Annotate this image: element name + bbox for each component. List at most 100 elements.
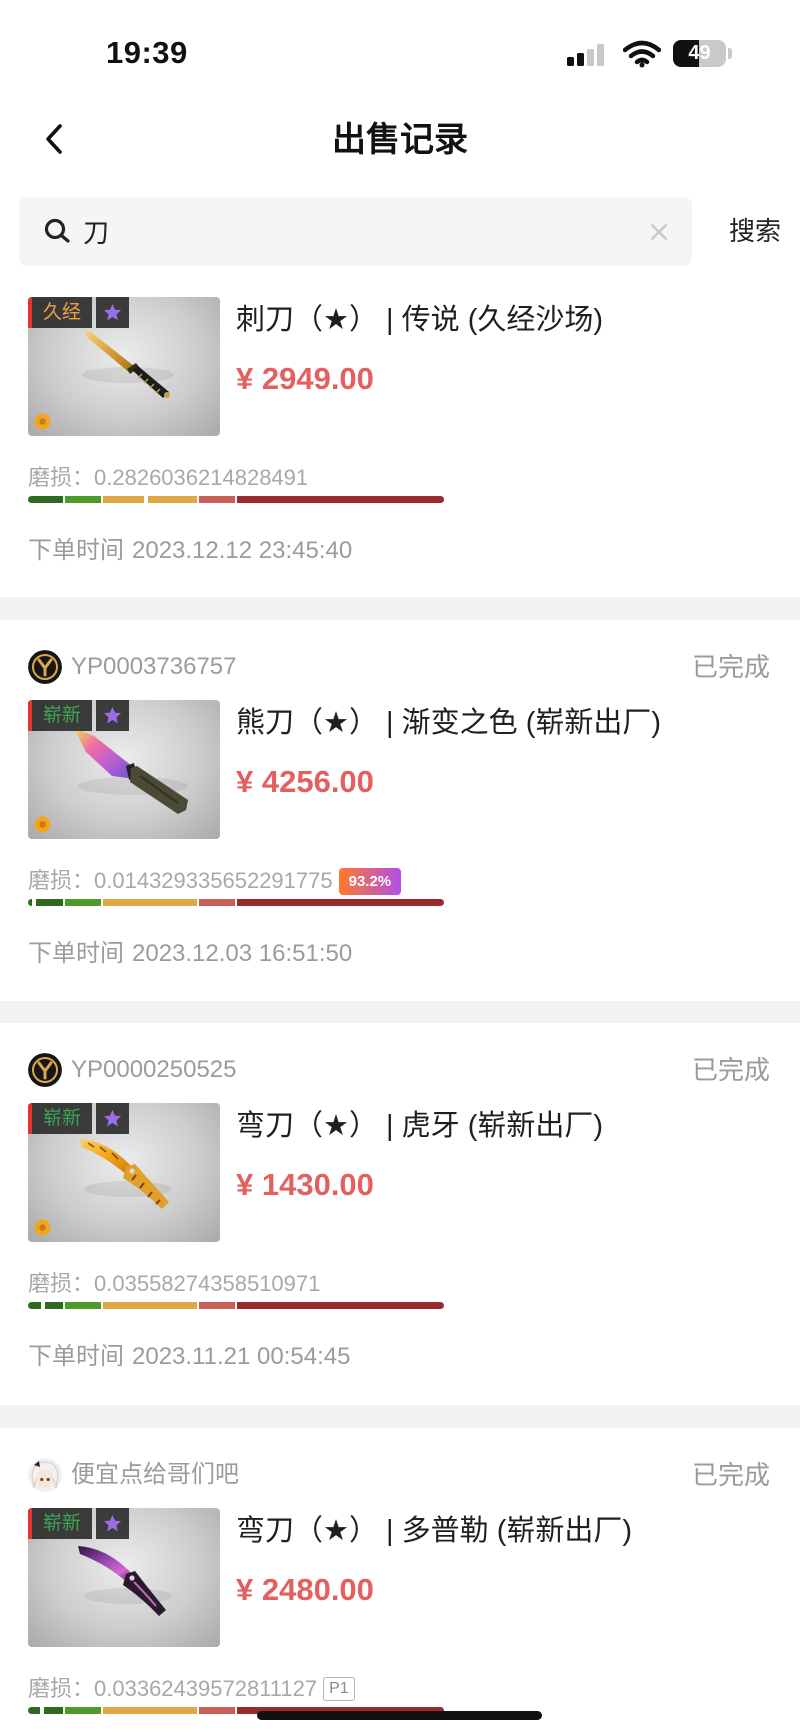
item-price: ¥ 2480.00: [236, 1572, 374, 1607]
card-divider: [0, 597, 800, 620]
order-time: 2023.12.03 16:51:50: [132, 940, 353, 967]
battery-level: 49: [688, 42, 711, 64]
wear-segment-well-worn: [199, 496, 237, 503]
wear-bar: [28, 496, 444, 503]
item-thumbnail[interactable]: 崭新: [28, 700, 220, 839]
wifi-icon: [623, 40, 661, 68]
wear-value: 0.2826036214828491: [94, 465, 309, 491]
order-time-row: 下单时间 2023.12.03 16:51:50: [28, 940, 352, 968]
item-thumbnail[interactable]: 崭新: [28, 1508, 220, 1647]
order-card[interactable]: 久经 刺刀（★） | 传说 (久经沙场) ¥ 2949.00 磨损：0.2826…: [0, 282, 800, 598]
page-title: 出售记录: [332, 121, 468, 159]
wear-grade-badge: 崭新: [28, 700, 92, 731]
item-title: 熊刀（★） | 渐变之色 (崭新出厂): [236, 707, 662, 739]
anime-avatar-icon: [28, 1458, 62, 1492]
order-time: 2023.12.12 23:45:40: [132, 537, 353, 564]
wear-segment-factory-new: [28, 496, 65, 503]
home-indicator[interactable]: [257, 1711, 542, 1720]
order-list[interactable]: 久经 刺刀（★） | 传说 (久经沙场) ¥ 2949.00 磨损：0.2826…: [0, 282, 800, 1734]
order-status: 已完成: [691, 1055, 770, 1085]
wear-value: 0.014329335652291775: [94, 868, 333, 894]
wear-row: 磨损：0.03362439572811127 P1: [28, 1674, 355, 1702]
search-box: [19, 197, 692, 266]
wear-label: 磨损：: [28, 465, 95, 491]
info-dot-icon: [34, 816, 51, 833]
search-input[interactable]: [83, 197, 623, 266]
seller-avatar: [28, 650, 62, 684]
wear-segment-factory-new: [28, 1707, 65, 1714]
info-dot-icon: [34, 413, 51, 430]
wear-marker: [39, 1707, 44, 1714]
star-badge: [96, 700, 129, 731]
star-badge: [96, 1508, 129, 1539]
wear-segment-factory-new: [28, 1302, 65, 1309]
fade-percent-badge: 93.2%: [338, 867, 402, 895]
item-thumbnail[interactable]: 久经: [28, 297, 220, 436]
item-price: ¥ 4256.00: [236, 764, 374, 799]
youpin-logo-icon: [28, 650, 62, 684]
wear-row: 磨损：0.014329335652291775 93.2%: [28, 866, 402, 895]
item-price: ¥ 2949.00: [236, 361, 374, 396]
star-icon: [103, 1514, 122, 1532]
order-time-label: 下单时间: [28, 940, 124, 967]
order-card[interactable]: 便宜点给哥们吧 已完成 崭新 弯刀（★） | 多普勒 (崭新出厂) ¥ 2480…: [0, 1428, 800, 1734]
order-time-label: 下单时间: [28, 1343, 124, 1370]
wear-segment-well-worn: [199, 899, 237, 906]
wear-grade-badge: 崭新: [28, 1508, 92, 1539]
wear-grade-badge: 久经: [28, 297, 92, 328]
order-card[interactable]: YP0003736757 已完成 崭新 熊刀（★） | 渐变之色 (崭新出厂) …: [0, 620, 800, 1001]
youpin-logo-icon: [28, 1053, 62, 1087]
battery-tip: [728, 48, 732, 59]
order-card[interactable]: YP0000250525 已完成 崭新 弯刀（★） | 虎牙 (崭新出厂) ¥ …: [0, 1023, 800, 1404]
wear-segment-minimal-wear: [64, 1707, 104, 1714]
order-time-label: 下单时间: [28, 537, 124, 564]
card-divider: [0, 1001, 800, 1023]
wear-label: 磨损：: [28, 1676, 95, 1702]
close-icon: [650, 223, 668, 241]
wear-segment-field-tested: [103, 1302, 200, 1309]
seller-avatar: [28, 1053, 62, 1087]
clear-search-button[interactable]: [647, 220, 671, 244]
wear-row: 磨损：0.03558274358510971: [28, 1269, 320, 1297]
seller-id: YP0000250525: [71, 1056, 237, 1083]
star-icon: [103, 706, 122, 724]
star-badge: [96, 1103, 129, 1134]
status-time: 19:39: [106, 35, 188, 70]
wear-label: 磨损：: [28, 1271, 95, 1297]
wear-segment-minimal-wear: [64, 496, 104, 503]
item-title: 刺刀（★） | 传说 (久经沙场): [236, 304, 604, 336]
info-dot-icon: [34, 1219, 51, 1236]
wear-grade-badge: 崭新: [28, 1103, 92, 1134]
wear-marker: [143, 496, 148, 503]
wear-segment-minimal-wear: [64, 1302, 104, 1309]
seller-id: YP0003736757: [71, 653, 237, 680]
seller-avatar: [28, 1458, 62, 1492]
search-button[interactable]: 搜索: [722, 197, 788, 266]
wear-marker: [31, 899, 36, 906]
order-time-row: 下单时间 2023.11.21 00:54:45: [28, 1343, 350, 1371]
order-time-row: 下单时间 2023.12.12 23:45:40: [28, 537, 352, 565]
wear-segment-field-tested: [103, 1707, 200, 1714]
wear-segment-field-tested: [103, 899, 200, 906]
wear-segment-battle-scarred: [236, 1302, 444, 1309]
wear-value: 0.03558274358510971: [94, 1271, 321, 1297]
wear-bar: [28, 899, 444, 906]
signal-icon: [567, 44, 604, 66]
wear-label: 磨损：: [28, 868, 95, 894]
wear-segment-field-tested: [103, 496, 200, 503]
battery-icon: 49: [673, 40, 726, 67]
wear-segment-well-worn: [199, 1302, 237, 1309]
star-badge: [96, 297, 129, 328]
item-title: 弯刀（★） | 多普勒 (崭新出厂): [236, 1515, 633, 1547]
wear-segment-well-worn: [199, 1707, 237, 1714]
order-status: 已完成: [691, 652, 770, 682]
wear-marker: [40, 1302, 45, 1309]
wear-bar: [28, 1302, 444, 1309]
item-title: 弯刀（★） | 虎牙 (崭新出厂): [236, 1110, 604, 1142]
item-thumbnail[interactable]: 崭新: [28, 1103, 220, 1242]
wear-segment-battle-scarred: [236, 899, 444, 906]
search-icon: [44, 218, 70, 243]
status-bar: 19:39 49: [0, 0, 800, 100]
card-divider: [0, 1405, 800, 1428]
wear-value: 0.03362439572811127: [94, 1676, 318, 1702]
